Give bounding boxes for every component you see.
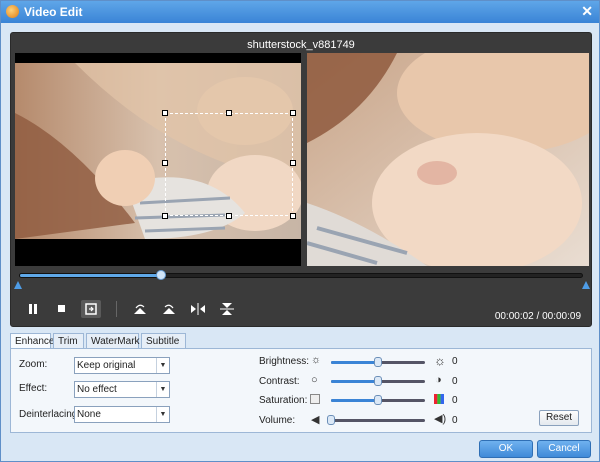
timeline-progress	[20, 274, 161, 277]
crop-button[interactable]	[81, 300, 101, 318]
crop-handle-bottom-left[interactable]	[162, 213, 168, 219]
title-bar[interactable]: Video Edit ✕	[1, 1, 599, 23]
brightness-slider[interactable]	[331, 357, 425, 367]
effect-select-value: No effect	[77, 384, 117, 395]
crop-handle-bottom[interactable]	[226, 213, 232, 219]
ok-button[interactable]: OK	[479, 440, 533, 458]
crop-handle-top-right[interactable]	[290, 110, 296, 116]
rotate-right-button[interactable]	[159, 300, 179, 318]
video-filename: shutterstock_v881749	[247, 39, 355, 51]
output-video-frame	[307, 53, 589, 266]
trim-start-marker[interactable]	[14, 281, 22, 289]
crop-handle-left[interactable]	[162, 160, 168, 166]
crop-handle-right[interactable]	[290, 160, 296, 166]
flip-horizontal-button[interactable]	[188, 300, 208, 318]
volume-slider-knob[interactable]	[327, 415, 335, 425]
brightness-slider-knob[interactable]	[374, 357, 382, 367]
trim-end-marker[interactable]	[582, 281, 590, 289]
stop-button[interactable]	[52, 300, 72, 318]
flip-vertical-icon	[220, 303, 234, 315]
zoom-select-value: Keep original	[77, 360, 136, 371]
saturation-slider[interactable]	[331, 395, 425, 405]
crop-handle-top-left[interactable]	[162, 110, 168, 116]
timeline-playhead[interactable]	[155, 270, 166, 280]
time-display: 00:00:02 / 00:00:09	[494, 311, 581, 322]
volume-low-icon: ◀	[311, 414, 320, 426]
window-title: Video Edit	[24, 5, 83, 19]
deinterlacing-select-value: None	[77, 409, 101, 420]
chevron-down-icon: ▼	[156, 407, 169, 422]
chevron-down-icon: ▼	[156, 358, 169, 373]
contrast-slider-knob[interactable]	[374, 376, 382, 386]
app-icon	[6, 5, 19, 18]
saturation-slider-knob[interactable]	[374, 395, 382, 405]
contrast-high-icon: ◑	[435, 374, 442, 386]
effect-select[interactable]: No effect ▼	[74, 381, 170, 398]
saturation-high-icon	[434, 394, 444, 404]
saturation-low-icon	[310, 394, 320, 404]
volume-high-icon: ◀)	[434, 413, 447, 425]
deinterlacing-select[interactable]: None ▼	[74, 406, 170, 423]
crop-selection-box[interactable]	[162, 110, 296, 219]
enhance-panel: Zoom: Keep original ▼ Effect: No effect …	[10, 348, 592, 433]
stop-icon	[58, 305, 65, 312]
video-player: shutterstock_v881749 00:00:02 / 00:00:09	[10, 32, 592, 327]
zoom-label: Zoom:	[19, 359, 48, 370]
video-edit-window: Video Edit ✕ shutterstock_v881749 00:00:…	[0, 0, 600, 462]
cancel-button[interactable]: Cancel	[537, 440, 591, 458]
volume-label: Volume:	[259, 415, 296, 426]
flip-horizontal-icon	[191, 303, 205, 315]
deinterlacing-label: Deinterlacing:	[19, 409, 81, 420]
timeline-slider[interactable]	[19, 270, 583, 280]
tab-trim[interactable]: Trim	[53, 333, 84, 349]
output-preview	[307, 53, 589, 266]
close-icon[interactable]: ✕	[581, 3, 593, 20]
effect-label: Effect:	[19, 383, 48, 394]
volume-slider[interactable]	[327, 415, 425, 425]
contrast-label: Contrast:	[259, 376, 300, 387]
tab-subtitle[interactable]: Subtitle	[141, 333, 186, 349]
crop-handle-bottom-right[interactable]	[290, 213, 296, 219]
contrast-value: 0	[452, 376, 458, 387]
toolbar-separator	[116, 301, 117, 317]
contrast-low-icon: ○	[311, 374, 318, 386]
zoom-select[interactable]: Keep original ▼	[74, 357, 170, 374]
saturation-value: 0	[452, 395, 458, 406]
pause-icon	[29, 304, 37, 314]
brightness-value: 0	[452, 356, 458, 367]
brightness-high-icon: ☼	[434, 353, 446, 368]
volume-value: 0	[452, 415, 458, 426]
reset-button[interactable]: Reset	[539, 410, 579, 426]
rotate-left-button[interactable]	[130, 300, 150, 318]
rotate-left-icon	[134, 304, 146, 314]
chevron-down-icon: ▼	[156, 382, 169, 397]
brightness-label: Brightness:	[259, 356, 310, 367]
pause-button[interactable]	[23, 300, 43, 318]
contrast-slider[interactable]	[331, 376, 425, 386]
rotate-right-icon	[163, 304, 175, 314]
brightness-low-icon: ☼	[311, 354, 322, 366]
crop-icon	[85, 303, 97, 315]
flip-vertical-button[interactable]	[217, 300, 237, 318]
saturation-label: Saturation:	[259, 395, 308, 406]
crop-handle-top[interactable]	[226, 110, 232, 116]
original-preview[interactable]	[15, 53, 301, 266]
tab-watermark[interactable]: WaterMark	[86, 333, 140, 349]
